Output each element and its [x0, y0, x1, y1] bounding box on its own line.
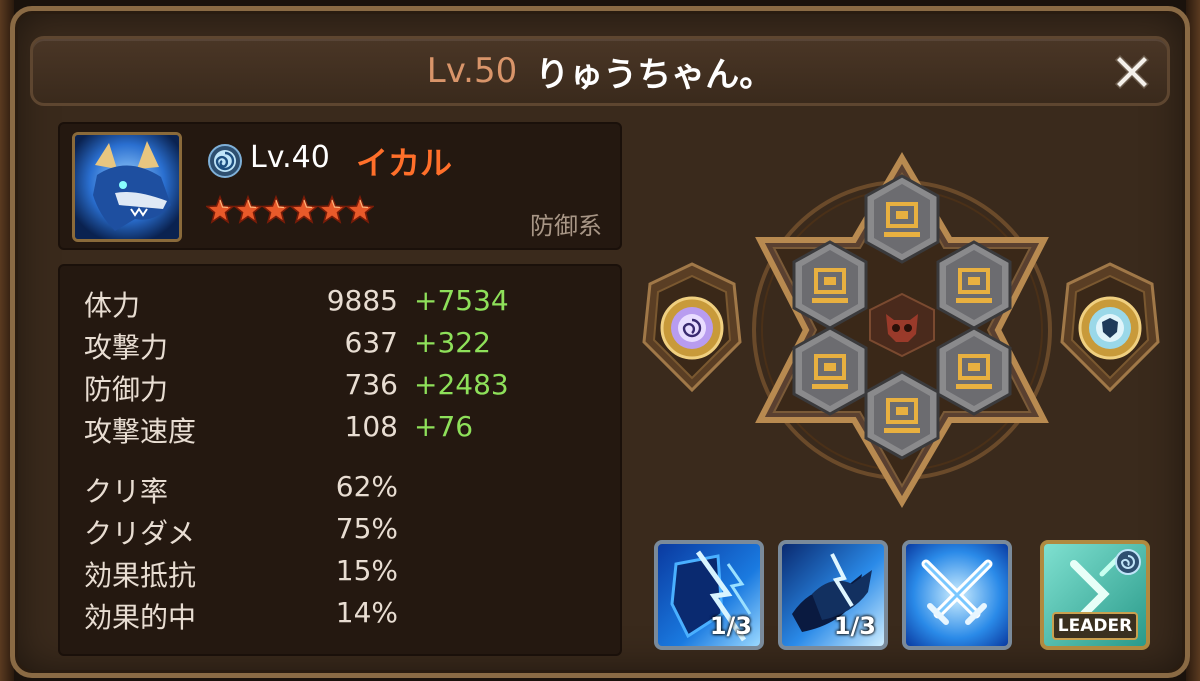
monster-name: イカル — [356, 144, 453, 182]
star-rating — [206, 194, 374, 228]
wind-icon — [208, 144, 242, 178]
stat-label: 防御力 — [84, 373, 169, 406]
leader-skill-button[interactable]: LEADER — [1040, 540, 1150, 650]
stat-row-accuracy: 効果的中 14% — [84, 596, 604, 636]
monster-portrait[interactable] — [72, 132, 182, 242]
rune-slot-3[interactable] — [934, 326, 1014, 416]
stat-label: 効果抵抗 — [84, 559, 197, 592]
stat-base: 62% — [335, 470, 398, 503]
star-icon — [206, 194, 234, 224]
close-icon — [1114, 54, 1150, 90]
skill-3-button[interactable] — [902, 540, 1012, 650]
stat-base: 75% — [335, 512, 398, 545]
stat-row-crit-dmg: クリダメ 75% — [84, 512, 604, 552]
stat-label: クリダメ — [84, 517, 196, 550]
title-bar: Lv.50 りゅうちゃん。 — [30, 36, 1170, 106]
star-icon — [262, 194, 290, 224]
stat-base: 9885 — [326, 284, 398, 317]
stat-base: 108 — [344, 410, 398, 443]
stat-base: 736 — [344, 368, 398, 401]
wolf-portrait-icon — [75, 135, 179, 239]
stat-row-hp: 体力 9885 +7534 — [84, 284, 604, 324]
monster-header-box: Lv.40 イカル 防御系 — [58, 122, 622, 250]
stat-base: 15% — [335, 554, 398, 587]
stat-bonus: +76 — [414, 410, 474, 443]
skill-1-button[interactable]: 1/3 — [654, 540, 764, 650]
leader-label: LEADER — [1052, 612, 1138, 640]
stat-row-atk: 攻撃力 637 +322 — [84, 326, 604, 366]
rune-slot-5[interactable] — [790, 326, 870, 416]
skill-2-button[interactable]: 1/3 — [778, 540, 888, 650]
player-level: Lv.50 — [426, 51, 518, 91]
monster-type: 防御系 — [530, 212, 602, 240]
crossed-swords-icon — [921, 559, 993, 625]
stat-label: 効果的中 — [84, 601, 197, 634]
stat-label: 体力 — [84, 289, 141, 322]
skill-1-count: 1/3 — [709, 612, 752, 640]
rune-slot-1[interactable] — [862, 174, 942, 264]
stat-row-spd: 攻撃速度 108 +76 — [84, 410, 604, 450]
stat-label: クリ率 — [84, 475, 169, 508]
stat-label: 攻撃速度 — [84, 415, 197, 448]
star-icon — [346, 194, 374, 224]
stat-row-def: 防御力 736 +2483 — [84, 368, 604, 408]
stats-box: 体力 9885 +7534 攻撃力 637 +322 防御力 736 +2483… — [58, 264, 622, 656]
monster-level: Lv.40 — [250, 140, 330, 175]
close-button[interactable] — [1109, 49, 1155, 95]
skill-2-count: 1/3 — [833, 612, 876, 640]
rune-slot-6[interactable] — [790, 240, 870, 330]
skull-icon — [869, 292, 935, 358]
rune-slot-4[interactable] — [862, 370, 942, 460]
stat-bonus: +2483 — [414, 368, 509, 401]
rune-center-emblem — [864, 290, 940, 360]
star-icon — [290, 194, 318, 224]
stat-row-resistance: 効果抵抗 15% — [84, 554, 604, 594]
stat-base: 14% — [335, 596, 398, 629]
stat-label: 攻撃力 — [84, 331, 169, 364]
stat-row-crit-rate: クリ率 62% — [84, 470, 604, 510]
player-name: りゅうちゃん。 — [535, 54, 774, 95]
stat-bonus: +7534 — [414, 284, 509, 317]
star-icon — [318, 194, 346, 224]
stat-bonus: +322 — [414, 326, 491, 359]
star-icon — [234, 194, 262, 224]
stat-base: 637 — [344, 326, 398, 359]
rune-slot-2[interactable] — [934, 240, 1014, 330]
